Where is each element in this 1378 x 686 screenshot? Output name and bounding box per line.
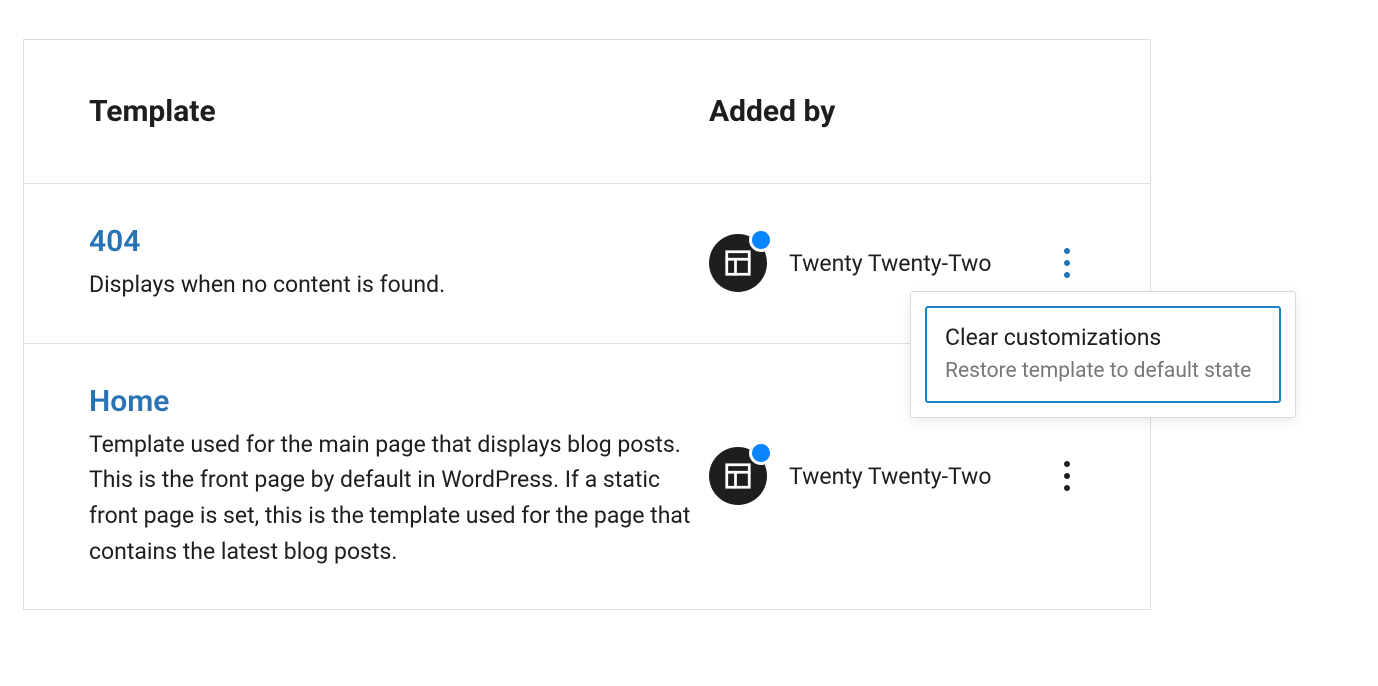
clear-customizations-menuitem[interactable]: Clear customizations Restore template to… [925,306,1281,403]
menuitem-title: Clear customizations [945,324,1261,351]
customized-indicator-dot [749,228,773,252]
author-chip[interactable]: Twenty Twenty-Two [709,234,991,292]
template-description: Template used for the main page that dis… [89,427,709,570]
author-chip[interactable]: Twenty Twenty-Two [709,447,991,505]
kebab-icon [1064,248,1070,278]
template-title-link[interactable]: 404 [89,224,709,259]
template-description: Displays when no content is found. [89,267,709,303]
customized-indicator-dot [749,441,773,465]
row-actions-button[interactable] [1049,456,1085,496]
author-name: Twenty Twenty-Two [789,250,991,277]
kebab-icon [1064,461,1070,491]
author-name: Twenty Twenty-Two [789,463,991,490]
menuitem-description: Restore template to default state [945,357,1261,385]
header-addedby-col: Added by [709,94,1085,129]
row-actions-button[interactable] [1049,243,1085,283]
row-actions-menu: Clear customizations Restore template to… [910,291,1296,418]
header-template-col: Template [89,94,709,129]
table-header: Template Added by [24,40,1150,184]
template-title-link[interactable]: Home [89,384,709,419]
